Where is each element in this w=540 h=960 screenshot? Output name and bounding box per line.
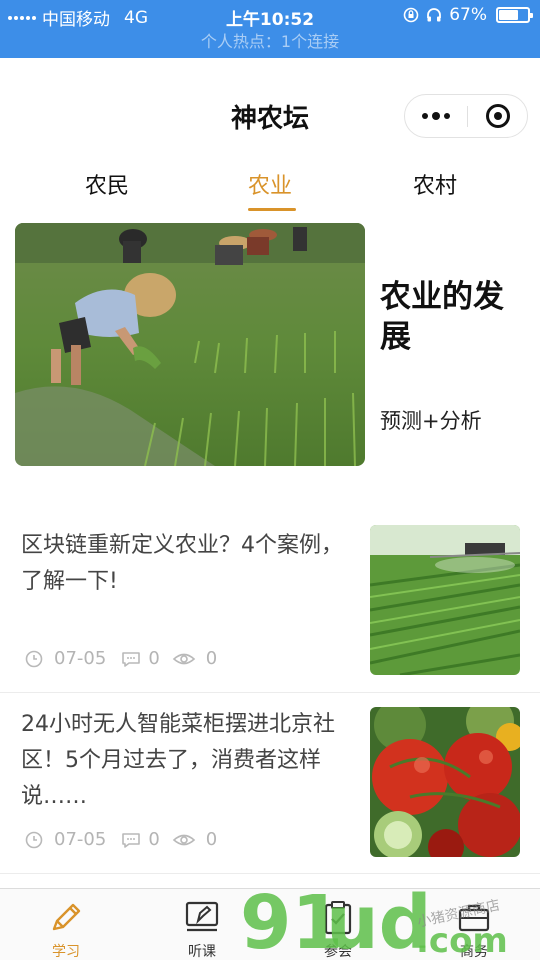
article-item[interactable]: 24小时无人智能菜柜摆进北京社区！5个月过去了，消费者这样说…… 07-05 0… xyxy=(0,693,540,873)
pencil-icon xyxy=(52,903,81,931)
featured-banner[interactable]: 农业的发展 预测+分析 xyxy=(15,223,525,466)
article-meta: 07-05 0 0 xyxy=(24,829,217,850)
view-count: 0 xyxy=(205,829,218,850)
featured-title: 农业的发展 xyxy=(380,279,504,355)
more-menu-button[interactable] xyxy=(405,95,467,137)
headphones-icon xyxy=(427,8,442,22)
more-dot-icon xyxy=(432,112,440,120)
battery-icon xyxy=(496,7,533,23)
status-right: 67% xyxy=(403,5,533,25)
tabbar-item-study[interactable]: 学习 xyxy=(26,889,106,960)
view-count: 0 xyxy=(205,648,218,669)
tab-countryside[interactable]: 农村 xyxy=(413,168,457,200)
tabbar-label: 学习 xyxy=(52,944,80,960)
tab-farmers[interactable]: 农民 xyxy=(85,168,129,200)
tabbar-item-lecture[interactable]: 听课 xyxy=(162,889,242,960)
clipboard-icon xyxy=(324,901,352,935)
comment-icon xyxy=(122,832,141,848)
eye-icon xyxy=(172,653,195,664)
bottom-tab-bar: 学习 听课 参会 商务 xyxy=(0,888,540,960)
article-title: 24小时无人智能菜柜摆进北京社区！5个月过去了，消费者这样说…… xyxy=(21,712,335,809)
active-tab-indicator xyxy=(248,208,296,211)
article-date: 07-05 xyxy=(54,829,107,850)
orientation-lock-icon xyxy=(403,7,419,23)
comment-count: 0 xyxy=(148,648,160,669)
article-title: 区块链重新定义农业？4个案例，了解一下! xyxy=(21,533,343,594)
article-date: 07-05 xyxy=(54,648,107,669)
tabbar-item-business[interactable]: 商务 xyxy=(434,889,514,960)
article-thumbnail xyxy=(370,525,520,675)
battery-percent: 67% xyxy=(449,5,487,25)
tabbar-label: 听课 xyxy=(188,944,216,960)
comment-count: 0 xyxy=(148,829,160,850)
category-tabs: 农民 农业 农村 xyxy=(0,168,540,212)
article-item[interactable]: 区块链重新定义农业？4个案例，了解一下! 07-05 0 0 xyxy=(0,508,540,692)
hotspot-banner[interactable]: 个人热点：1个连接 xyxy=(0,30,540,58)
tab-agriculture[interactable]: 农业 xyxy=(248,168,292,200)
featured-image xyxy=(15,223,365,466)
capsule-divider xyxy=(467,106,468,127)
article-thumbnail xyxy=(370,707,520,857)
comment-icon xyxy=(122,651,141,667)
tabbar-label: 参会 xyxy=(324,944,352,960)
lecture-icon xyxy=(185,901,219,932)
clock-icon xyxy=(25,831,43,848)
tabbar-label: 商务 xyxy=(460,944,488,960)
miniapp-capsule xyxy=(404,94,528,138)
featured-subtitle: 预测+分析 xyxy=(380,409,482,433)
clock-icon xyxy=(25,650,43,667)
more-dot-icon xyxy=(422,113,428,119)
list-divider xyxy=(0,873,540,874)
article-meta: 07-05 0 0 xyxy=(24,648,217,669)
close-miniapp-button[interactable] xyxy=(486,104,510,128)
tabbar-item-meeting[interactable]: 参会 xyxy=(298,889,378,960)
more-dot-icon xyxy=(444,113,450,119)
status-bar: 中国移动 4G 上午10:52 67% xyxy=(0,0,540,30)
nav-bar: 神农坛 xyxy=(0,58,540,168)
briefcase-icon xyxy=(458,904,490,932)
eye-icon xyxy=(172,834,195,845)
